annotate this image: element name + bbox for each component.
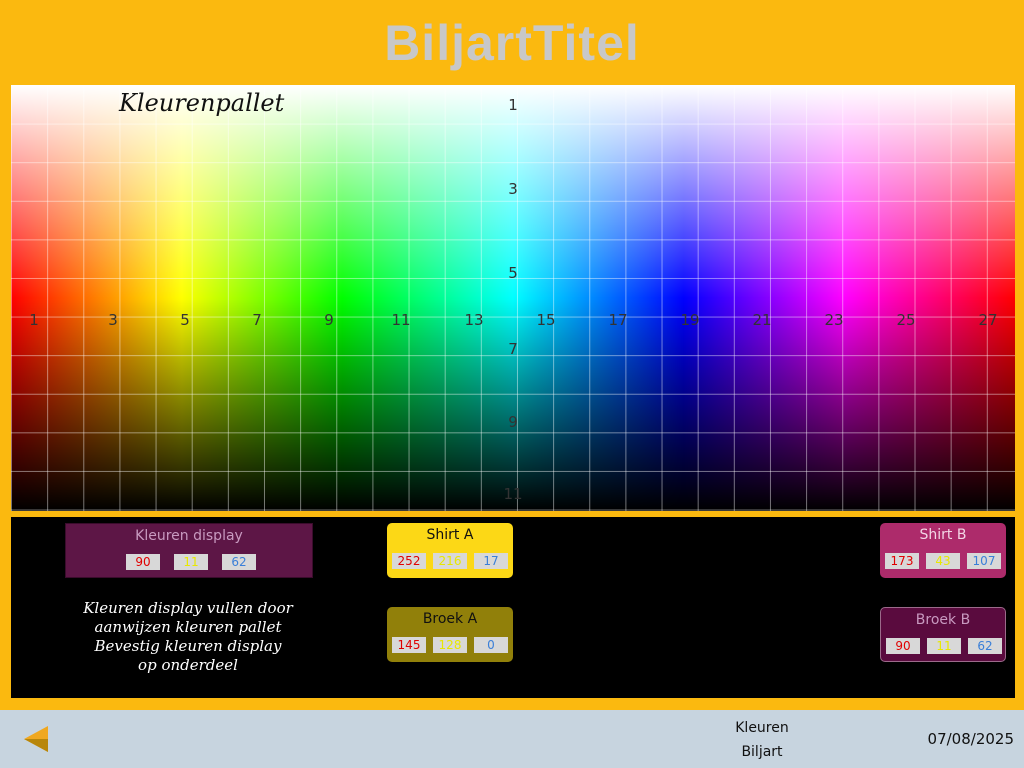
row-number: 11 xyxy=(503,485,523,503)
app-title: BiljartTitel xyxy=(384,15,640,71)
column-number: 19 xyxy=(680,311,700,329)
instructions-line: op onderdeel xyxy=(138,656,238,674)
column-number: 5 xyxy=(180,311,190,329)
shirt-a-blue-value: 17 xyxy=(474,553,508,569)
row-number: 5 xyxy=(508,264,518,282)
row-number: 7 xyxy=(508,340,518,358)
row-number: 1 xyxy=(508,96,518,114)
instructions-text: Kleuren display vullen door aanwijzen kl… xyxy=(63,599,313,675)
instructions-line: Kleuren display vullen door xyxy=(83,599,293,617)
footer-date: 07/08/2025 xyxy=(927,730,1014,748)
column-number: 3 xyxy=(108,311,118,329)
shirt-b-green-value: 43 xyxy=(926,553,960,569)
broek-b-red-value: 90 xyxy=(886,638,920,654)
column-number: 1 xyxy=(29,311,39,329)
shirt-a-green-value: 216 xyxy=(433,553,467,569)
broek-a-button[interactable]: Broek A 145 128 0 xyxy=(387,607,513,662)
row-number: 3 xyxy=(508,180,518,198)
column-number: 15 xyxy=(536,311,556,329)
color-palette[interactable]: Kleurenpallet 1 3 5 7 9 11 1 3 5 7 9 11 … xyxy=(11,85,1015,511)
column-number: 25 xyxy=(896,311,916,329)
footer-app-label: Biljart xyxy=(741,744,783,760)
shirt-a-label: Shirt A xyxy=(426,527,474,543)
broek-a-label: Broek A xyxy=(422,611,478,627)
shirt-b-button[interactable]: Shirt B 173 43 107 xyxy=(880,523,1006,578)
broek-b-blue-value: 62 xyxy=(968,638,1002,654)
instructions-line: aanwijzen kleuren pallet xyxy=(94,618,282,636)
column-number: 9 xyxy=(324,311,334,329)
broek-b-green-value: 11 xyxy=(927,638,961,654)
color-display-label: Kleuren display xyxy=(135,528,243,544)
instructions-line: Bevestig kleuren display xyxy=(94,637,282,655)
column-number: 21 xyxy=(752,311,772,329)
display-blue-value: 62 xyxy=(222,554,256,570)
column-number: 7 xyxy=(252,311,262,329)
column-number: 11 xyxy=(391,311,411,329)
shirt-b-label: Shirt B xyxy=(919,527,967,543)
palette-grid xyxy=(11,85,1015,511)
shirt-b-red-value: 173 xyxy=(885,553,919,569)
broek-a-blue-value: 0 xyxy=(474,637,508,653)
column-number: 23 xyxy=(824,311,844,329)
display-red-value: 90 xyxy=(126,554,160,570)
footer-section-label: Kleuren xyxy=(735,720,789,736)
shirt-a-red-value: 252 xyxy=(392,553,426,569)
palette-heading: Kleurenpallet xyxy=(119,89,285,117)
broek-b-label: Broek B xyxy=(915,612,971,628)
display-green-value: 11 xyxy=(174,554,208,570)
broek-a-red-value: 145 xyxy=(392,637,426,653)
column-number: 27 xyxy=(978,311,998,329)
column-number: 17 xyxy=(608,311,628,329)
footer-bar: Kleuren Biljart 07/08/2025 xyxy=(0,710,1024,768)
color-display-card: Kleuren display 90 11 62 xyxy=(65,523,313,578)
broek-b-button[interactable]: Broek B 90 11 62 xyxy=(880,607,1006,662)
back-arrow-icon[interactable] xyxy=(22,724,50,754)
column-number: 13 xyxy=(464,311,484,329)
shirt-a-button[interactable]: Shirt A 252 216 17 xyxy=(387,523,513,578)
shirt-b-blue-value: 107 xyxy=(967,553,1001,569)
color-panel: Kleuren display 90 11 62 Kleuren display… xyxy=(11,517,1015,698)
broek-a-green-value: 128 xyxy=(433,637,467,653)
row-number: 9 xyxy=(508,413,518,431)
